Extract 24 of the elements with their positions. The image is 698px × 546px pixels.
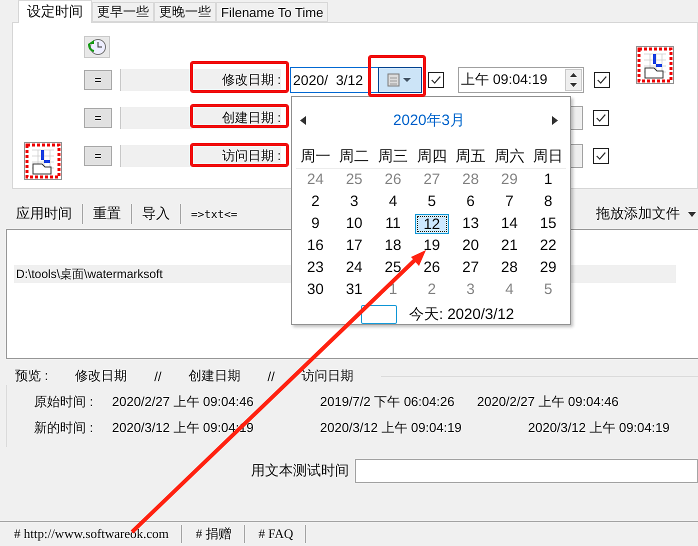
preview-heading: 访问日期 [302,367,354,385]
preview-heading: // [154,368,162,384]
time-value: 2020/3/12 上午 09:04:19 [528,419,670,437]
time-value: 2020/2/27 上午 09:04:46 [477,393,619,411]
preview-heading: // [267,368,275,384]
time-value: 2020/3/12 上午 09:04:19 [320,419,463,437]
weekday-label: 周六 [493,146,526,166]
time-value: 2019/7/2 下午 06:04:26 [320,393,456,411]
weekday-label: 周日 [532,146,564,166]
weekday-label: 周一 [299,146,332,166]
test-label: 用文本测试时间 [251,462,349,480]
time-label: 原始时间 : [34,393,94,411]
weekday-label: 周三 [376,146,409,166]
date-label: 修改日期 : [222,70,281,88]
weekday-label: 周四 [416,146,448,166]
preview-heading: 预览 : [15,367,48,385]
time-label: 新的时间 : [34,419,94,437]
weekday-label: 周二 [338,146,370,166]
time-value: 2020/2/27 上午 09:04:46 [112,393,255,411]
date-label: 创建日期 : [222,108,281,126]
date-label: 访问日期 : [222,146,281,164]
preview-heading: 创建日期 [188,367,240,385]
weekday-label: 周五 [454,146,487,166]
preview-heading: 修改日期 [75,367,128,385]
